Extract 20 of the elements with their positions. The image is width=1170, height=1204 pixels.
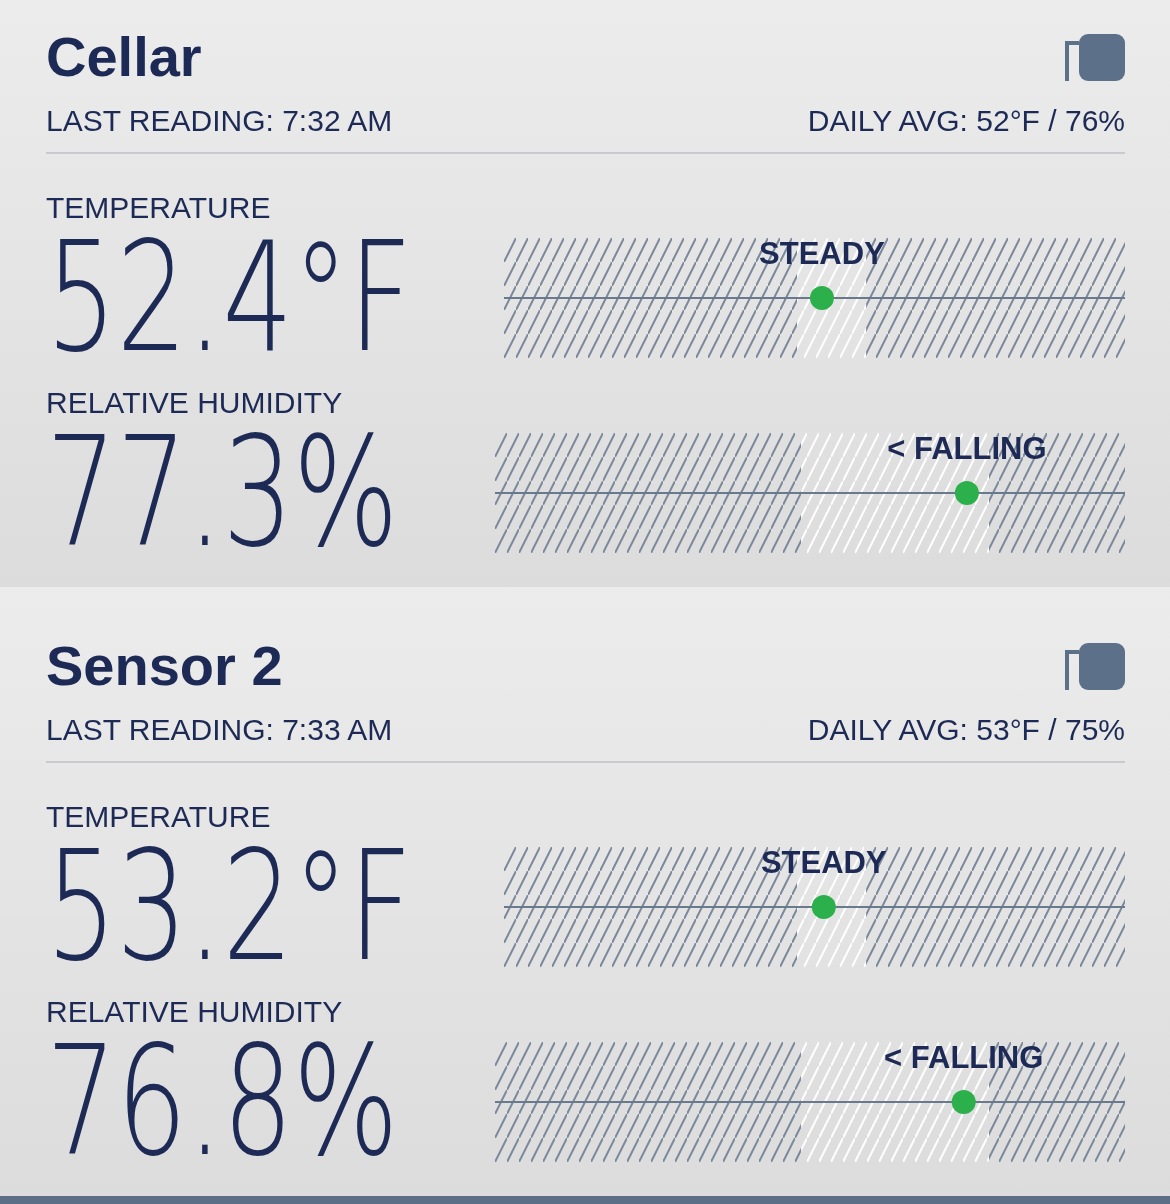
- daily-average: DAILY AVG: 52°F / 76%: [807, 104, 1125, 138]
- device-icon: [1064, 33, 1125, 81]
- sensor-name: Sensor 2: [46, 634, 283, 698]
- trend-label: < FALLING: [887, 433, 1047, 464]
- trend-label: STEADY: [760, 847, 887, 878]
- metric-label: RELATIVE HUMIDITY: [46, 386, 343, 420]
- last-reading: LAST READING: 7:32 AM: [46, 104, 393, 138]
- sensor-name: Cellar: [46, 25, 202, 89]
- metric-value: 76.8%: [46, 1037, 399, 1167]
- metric-value: 53.2°F: [46, 842, 413, 972]
- last-reading: LAST READING: 7:33 AM: [46, 713, 393, 747]
- metric-value: 77.3%: [46, 428, 399, 558]
- trend-label: STEADY: [759, 238, 885, 269]
- metric-label: TEMPERATURE: [46, 191, 271, 225]
- trend-label: < FALLING: [884, 1042, 1044, 1073]
- daily-average: DAILY AVG: 53°F / 75%: [807, 713, 1125, 747]
- device-icon: [1064, 642, 1125, 690]
- metric-label: RELATIVE HUMIDITY: [46, 995, 343, 1029]
- metric-value: 52.4°F: [46, 233, 413, 363]
- metric-label: TEMPERATURE: [46, 800, 271, 834]
